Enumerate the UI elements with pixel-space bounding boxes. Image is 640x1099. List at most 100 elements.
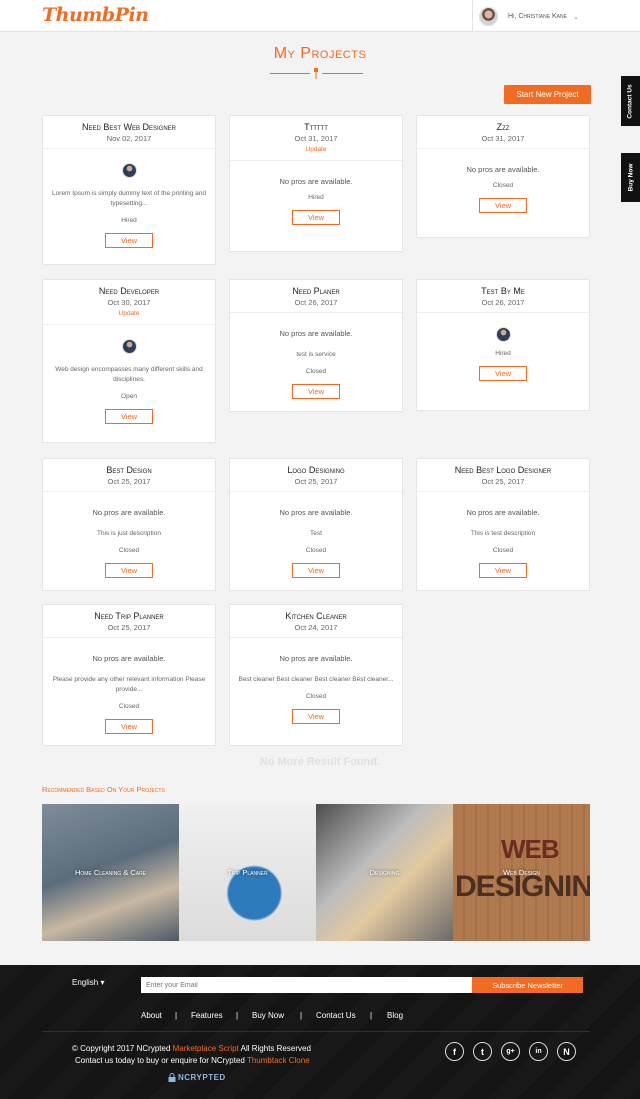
- project-title[interactable]: Kitchen Cleaner: [230, 611, 402, 621]
- tile-designing[interactable]: Designing: [316, 804, 453, 941]
- card-body: No pros are available. Please provide any…: [43, 654, 215, 734]
- top-header: ThumbPin Hi, Christiane Kane ⌄: [0, 0, 640, 32]
- card-header: Tttttt Oct 31, 2017 Update: [230, 116, 402, 161]
- status-label: Closed: [118, 547, 140, 554]
- project-description: Web design encompasses many different sk…: [55, 366, 203, 383]
- pro-avatar[interactable]: [495, 327, 511, 342]
- view-button[interactable]: View: [479, 366, 527, 381]
- header-divider: [472, 0, 473, 32]
- project-date: Oct 26, 2017: [481, 298, 525, 307]
- footer-link-contact[interactable]: Contact Us: [316, 1011, 356, 1020]
- no-pros-text: No pros are available.: [279, 177, 353, 186]
- start-new-project-button[interactable]: Start New Project: [504, 85, 591, 104]
- project-card: Need Best Web Designer Nov 02, 2017 Lorem …: [42, 115, 216, 265]
- project-date: Oct 25, 2017: [294, 477, 338, 486]
- project-title[interactable]: Need Trip Planner: [43, 611, 215, 621]
- project-title[interactable]: Best Design: [43, 465, 215, 475]
- user-greeting: Hi, Christiane Kane: [508, 13, 567, 20]
- project-description: This is just description: [97, 530, 161, 537]
- caret-down-icon: ▾: [100, 978, 105, 987]
- view-button[interactable]: View: [105, 409, 153, 424]
- project-date: Oct 30, 2017: [107, 298, 151, 307]
- title-divider-left: [270, 73, 310, 74]
- card-body: No pros are available. This is just descr…: [43, 508, 215, 578]
- twitter-icon[interactable]: t: [473, 1042, 492, 1061]
- card-body: Lorem Ipsum is simply dummy text of the …: [43, 163, 215, 248]
- card-header: Test By Me Oct 26, 2017: [417, 280, 589, 313]
- project-date: Oct 31, 2017: [481, 134, 525, 143]
- project-title[interactable]: Need Developer: [43, 286, 215, 296]
- ncrypted-icon[interactable]: N: [557, 1042, 576, 1061]
- footer-link-about[interactable]: About: [141, 1011, 162, 1020]
- view-button[interactable]: View: [292, 210, 340, 225]
- status-label: Hired: [121, 217, 137, 224]
- project-date: Oct 24, 2017: [294, 623, 338, 632]
- project-title[interactable]: Need Planer: [230, 286, 402, 296]
- site-logo[interactable]: ThumbPin: [42, 4, 149, 26]
- tile-web-design[interactable]: WEB DESIGNING Web Design: [453, 804, 590, 941]
- update-link[interactable]: Update: [43, 310, 215, 317]
- project-title[interactable]: Logo Designing: [230, 465, 402, 475]
- project-date: Oct 25, 2017: [481, 477, 525, 486]
- no-pros-text: No pros are available.: [466, 165, 540, 174]
- card-body: No pros are available. This is test descr…: [417, 508, 589, 578]
- update-link[interactable]: Update: [230, 146, 402, 153]
- view-button[interactable]: View: [292, 384, 340, 399]
- no-pros-text: No pros are available.: [279, 329, 353, 338]
- project-title[interactable]: Need Best Web Designer: [43, 122, 215, 132]
- user-menu[interactable]: Hi, Christiane Kane ⌄: [479, 7, 579, 26]
- view-button[interactable]: View: [479, 198, 527, 213]
- project-title[interactable]: Test By Me: [417, 286, 589, 296]
- project-date: Nov 02, 2017: [106, 134, 152, 143]
- lock-icon: [168, 1073, 176, 1082]
- card-header: Zzz Oct 31, 2017: [417, 116, 589, 149]
- footer-link-buy-now[interactable]: Buy Now: [252, 1011, 284, 1020]
- view-button[interactable]: View: [105, 563, 153, 578]
- tile-trip-planner[interactable]: Trip Planner: [179, 804, 316, 941]
- facebook-icon[interactable]: f: [445, 1042, 464, 1061]
- view-button[interactable]: View: [292, 709, 340, 724]
- project-card: Tttttt Oct 31, 2017 Update No pros are avai…: [229, 115, 403, 252]
- card-header: Need Trip Planner Oct 25, 2017: [43, 605, 215, 638]
- no-pros-text: No pros are available.: [279, 508, 353, 517]
- buy-now-tab[interactable]: Buy Now: [621, 153, 640, 202]
- card-body: No pros are available. test is service Clo…: [230, 329, 402, 399]
- status-label: Hired: [495, 350, 511, 357]
- tile-art-web: WEB: [501, 834, 560, 864]
- footer-link-blog[interactable]: Blog: [387, 1011, 403, 1020]
- view-button[interactable]: View: [292, 563, 340, 578]
- title-divider-right: [322, 73, 363, 74]
- no-pros-text: No pros are available.: [466, 508, 540, 517]
- google-plus-icon[interactable]: g+: [501, 1042, 520, 1061]
- footer-link-features[interactable]: Features: [191, 1011, 223, 1020]
- project-title[interactable]: Need Best Logo Designer: [417, 465, 589, 475]
- project-card: Need Developer Oct 30, 2017 Update Web desi…: [42, 279, 216, 443]
- view-button[interactable]: View: [105, 233, 153, 248]
- pro-avatar[interactable]: [121, 339, 137, 354]
- linkedin-icon[interactable]: in: [529, 1042, 548, 1061]
- project-title[interactable]: Zzz: [417, 122, 589, 132]
- status-label: Closed: [305, 693, 327, 700]
- ncrypted-logo[interactable]: NCRYPTED: [168, 1073, 226, 1082]
- subscribe-newsletter-button[interactable]: Subscribe Newsletter: [472, 977, 583, 993]
- no-pros-text: No pros are available.: [92, 654, 166, 663]
- project-title[interactable]: Tttttt: [230, 122, 402, 132]
- view-button[interactable]: View: [105, 719, 153, 734]
- footer-separator: |: [370, 1011, 373, 1020]
- view-button[interactable]: View: [479, 563, 527, 578]
- newsletter-email-input[interactable]: [141, 977, 472, 993]
- contact-us-tab[interactable]: Contact Us: [621, 76, 640, 126]
- project-card: Best Design Oct 25, 2017 No pros are avail…: [42, 458, 216, 591]
- project-card: Zzz Oct 31, 2017 No pros are available. Clo…: [416, 115, 590, 238]
- recommended-tiles: Home Cleaning & Care Trip Planner Design…: [42, 804, 590, 941]
- tile-home-cleaning[interactable]: Home Cleaning & Care: [42, 804, 179, 941]
- project-card: Logo Designing Oct 25, 2017 No pros are av…: [229, 458, 403, 591]
- thumbtack-clone-link[interactable]: Thumbtack Clone: [247, 1056, 310, 1065]
- card-header: Logo Designing Oct 25, 2017: [230, 459, 402, 492]
- language-selector[interactable]: English ▾: [72, 978, 105, 987]
- project-card: Need Best Logo Designer Oct 25, 2017 No pr…: [416, 458, 590, 591]
- pro-avatar[interactable]: [121, 163, 137, 178]
- marketplace-script-link[interactable]: Marketplace Script: [173, 1044, 239, 1053]
- tile-label: Web Design: [503, 868, 540, 877]
- card-header: Best Design Oct 25, 2017: [43, 459, 215, 492]
